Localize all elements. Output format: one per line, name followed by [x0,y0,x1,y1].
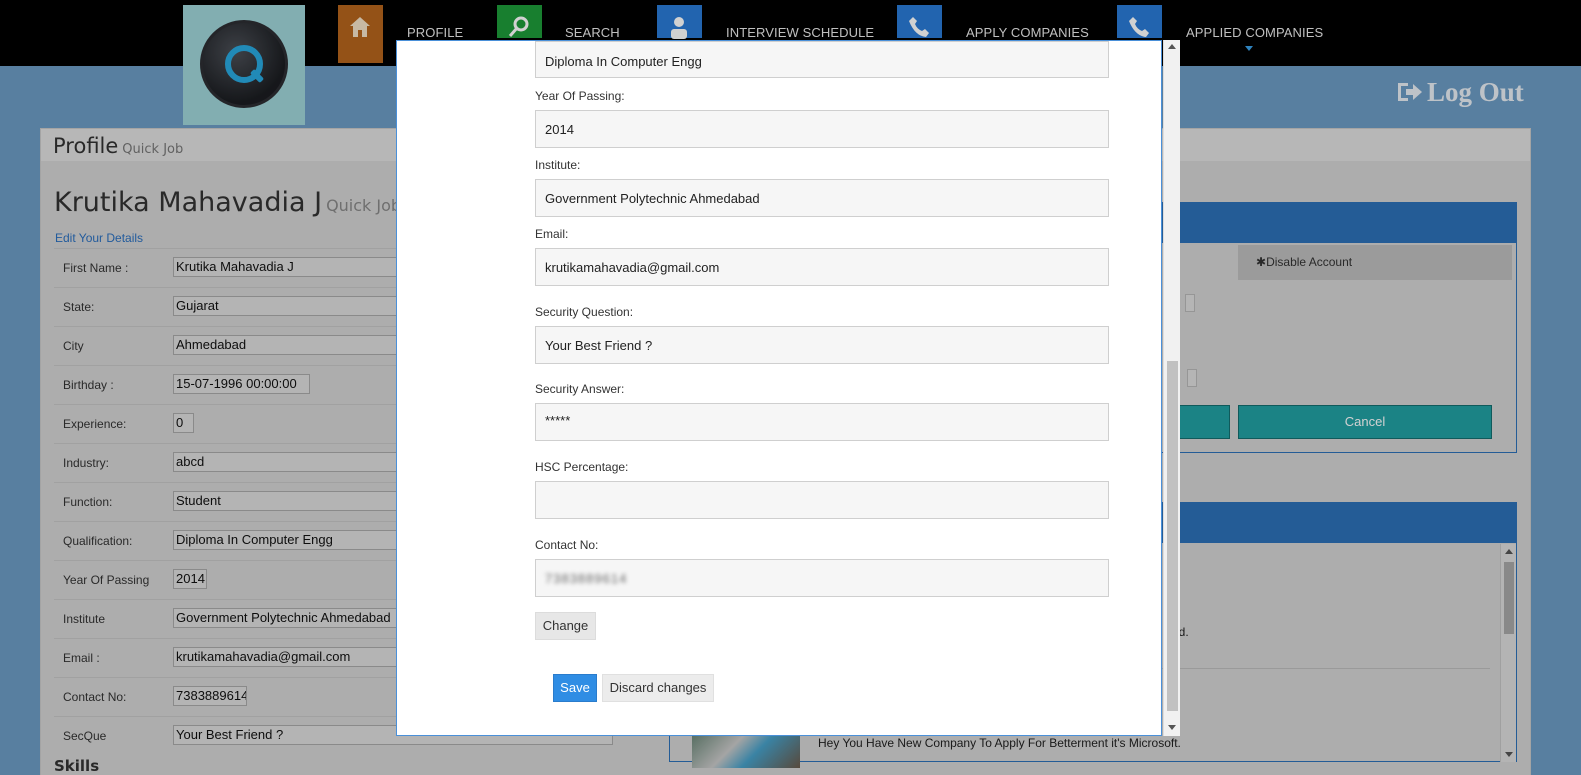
scroll-down-arrow-icon[interactable] [1168,725,1176,730]
contact-input[interactable]: 7383889614 [535,559,1109,597]
security-question-input[interactable]: Your Best Friend ? [535,326,1109,364]
qualification-input[interactable]: Diploma In Computer Engg [535,41,1109,78]
hsc-label: HSC Percentage: [535,460,629,474]
contact-value-blurred: 7383889614 [545,571,628,586]
year-of-passing-input[interactable]: 2014 [535,110,1109,148]
hsc-percentage-input[interactable] [535,481,1109,519]
security-question-label: Security Question: [535,305,634,319]
contact-label: Contact No: [535,538,599,552]
edit-details-modal: Diploma In Computer Engg Year Of Passing… [396,40,1162,736]
discard-changes-button[interactable]: Discard changes [602,674,714,702]
institute-input[interactable]: Government Polytechnic Ahmedabad [535,179,1109,217]
modal-scroll-thumb[interactable] [1167,361,1178,711]
modal-scrollbar[interactable] [1163,40,1180,736]
change-button[interactable]: Change [535,612,596,640]
security-answer-label: Security Answer: [535,382,625,396]
institute-label: Institute: [535,158,581,172]
save-button[interactable]: Save [553,674,597,702]
year-label: Year Of Passing: [535,89,625,103]
security-answer-input[interactable]: ***** [535,403,1109,441]
email-input[interactable]: krutikamahavadia@gmail.com [535,248,1109,286]
email-label: Email: [535,227,569,241]
scroll-up-arrow-icon[interactable] [1168,44,1176,49]
